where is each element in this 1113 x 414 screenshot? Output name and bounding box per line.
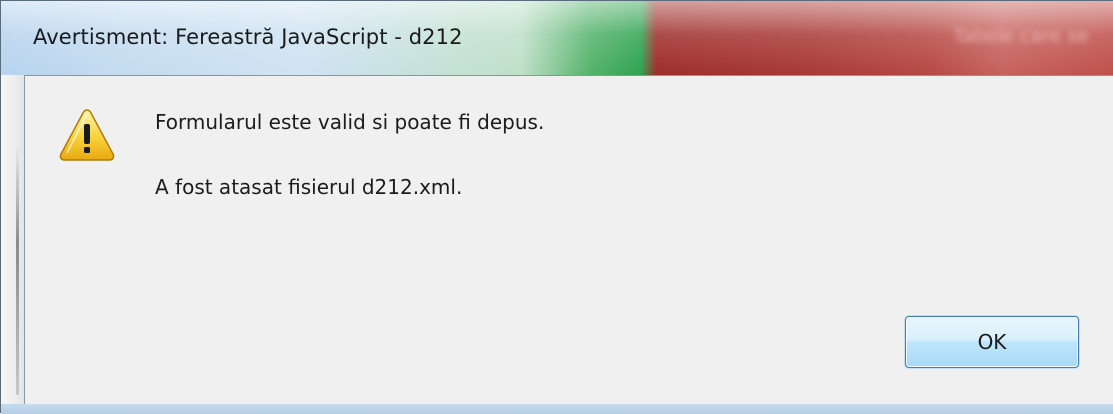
background-window-title: Tabele care se xyxy=(953,25,1089,47)
title-bar[interactable]: Avertisment: Fereastră JavaScript - d212… xyxy=(1,1,1113,75)
ok-button[interactable]: OK xyxy=(905,316,1079,368)
message-line-2: A fost atasat fisierul d212.xml. xyxy=(155,175,463,199)
dialog-content: Formularul este valid si poate fi depus.… xyxy=(24,75,1113,404)
dialog-window: Avertisment: Fereastră JavaScript - d212… xyxy=(0,0,1113,414)
warning-icon xyxy=(59,109,115,161)
left-frame-edge xyxy=(1,75,24,404)
message-line-1: Formularul este valid si poate fi depus. xyxy=(155,110,545,134)
window-title: Avertisment: Fereastră JavaScript - d212 xyxy=(33,25,463,49)
